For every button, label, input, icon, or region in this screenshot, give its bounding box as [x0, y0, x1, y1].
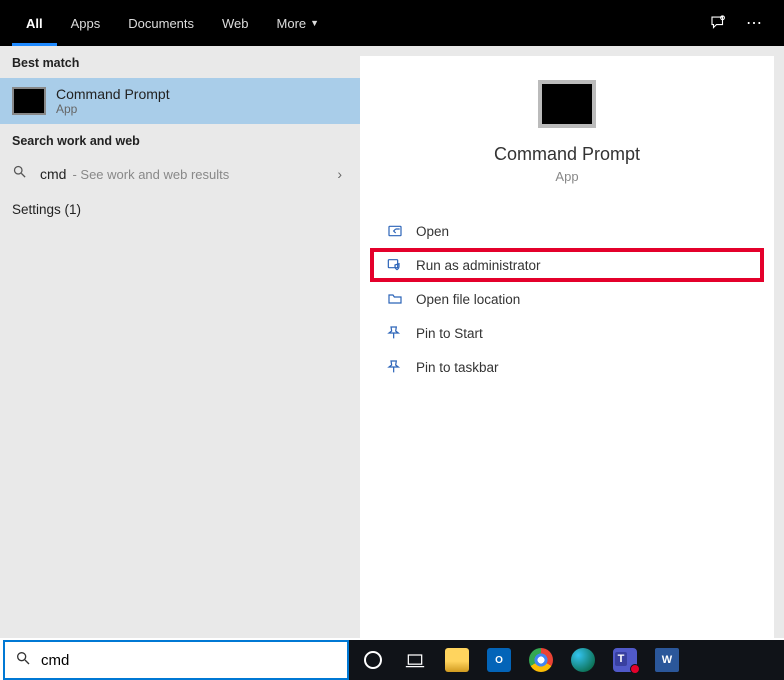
cortana-button[interactable] [355, 644, 391, 676]
action-label: Open [416, 224, 449, 239]
wow-subtext: - See work and web results [72, 167, 229, 182]
action-open[interactable]: Open [370, 214, 764, 248]
best-match-header: Best match [0, 46, 360, 78]
action-label: Run as administrator [416, 258, 541, 273]
notification-badge-icon [630, 664, 640, 674]
tab-apps[interactable]: Apps [57, 0, 115, 46]
taskbar-edge[interactable] [565, 644, 601, 676]
chevron-right-icon: › [337, 166, 348, 182]
task-view-icon [405, 652, 425, 668]
chrome-icon [529, 648, 553, 672]
command-prompt-icon [12, 87, 46, 115]
settings-results-row[interactable]: Settings (1) [0, 192, 360, 227]
preview-title: Command Prompt [494, 144, 640, 165]
edge-icon [571, 648, 595, 672]
action-label: Open file location [416, 292, 520, 307]
taskbar-word[interactable]: W [649, 644, 685, 676]
preview-subtitle: App [555, 169, 578, 184]
tab-more[interactable]: More ▼ [263, 0, 334, 46]
command-prompt-icon [538, 80, 596, 128]
result-command-prompt[interactable]: Command Prompt App [0, 78, 360, 124]
taskbar-file-explorer[interactable] [439, 644, 475, 676]
pin-icon [384, 359, 406, 375]
task-view-button[interactable] [397, 644, 433, 676]
taskbar: O W [349, 640, 784, 680]
search-box[interactable] [3, 640, 349, 680]
preview-actions: Open Run as administrator Open file loca… [360, 214, 774, 384]
tab-more-label: More [277, 16, 307, 31]
search-work-and-web-item[interactable]: cmd - See work and web results › [0, 156, 360, 192]
action-run-as-administrator[interactable]: Run as administrator [370, 248, 764, 282]
search-icon [15, 650, 31, 671]
work-and-web-header: Search work and web [0, 124, 360, 156]
tab-documents[interactable]: Documents [114, 0, 208, 46]
word-icon: W [655, 648, 679, 672]
feedback-icon[interactable] [700, 0, 736, 46]
taskbar-teams[interactable] [607, 644, 643, 676]
search-input[interactable] [41, 652, 337, 669]
chevron-down-icon: ▼ [310, 18, 319, 28]
search-results-area: Best match Command Prompt App Search wor… [0, 46, 784, 638]
action-pin-to-start[interactable]: Pin to Start [370, 316, 764, 350]
tab-web[interactable]: Web [208, 0, 263, 46]
open-icon [384, 223, 406, 239]
pin-icon [384, 325, 406, 341]
teams-icon [613, 648, 637, 672]
outlook-icon: O [487, 648, 511, 672]
preview-pane: Command Prompt App Open Run as administr… [360, 56, 774, 638]
results-list-pane: Best match Command Prompt App Search wor… [0, 46, 360, 638]
action-label: Pin to Start [416, 326, 483, 341]
result-title: Command Prompt [56, 86, 170, 102]
more-options-icon[interactable]: ⋯ [736, 0, 772, 46]
search-icon [12, 164, 30, 184]
folder-icon [384, 291, 406, 307]
taskbar-chrome[interactable] [523, 644, 559, 676]
search-filter-tabs: All Apps Documents Web More ▼ ⋯ [0, 0, 784, 46]
tab-all[interactable]: All [12, 0, 57, 46]
cortana-icon [364, 651, 382, 669]
action-pin-to-taskbar[interactable]: Pin to taskbar [370, 350, 764, 384]
file-explorer-icon [445, 648, 469, 672]
admin-icon [384, 257, 406, 273]
action-open-file-location[interactable]: Open file location [370, 282, 764, 316]
wow-query: cmd [40, 166, 66, 182]
action-label: Pin to taskbar [416, 360, 499, 375]
result-subtitle: App [56, 102, 170, 116]
taskbar-outlook[interactable]: O [481, 644, 517, 676]
